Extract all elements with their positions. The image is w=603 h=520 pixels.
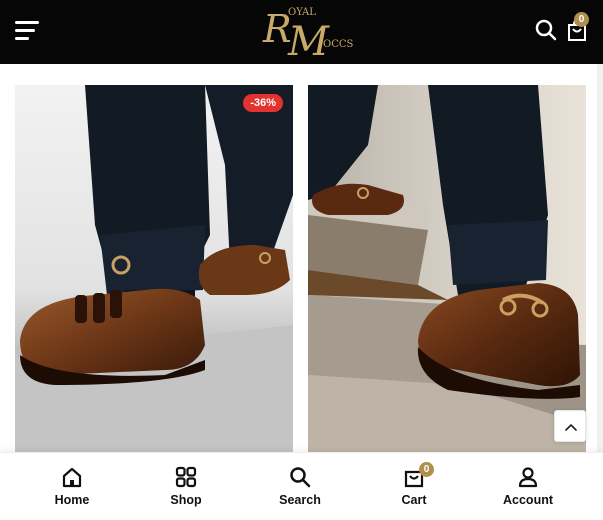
nav-home-label: Home (54, 493, 90, 507)
header-cart-count-badge: 0 (574, 12, 589, 27)
nav-cart-label: Cart (401, 493, 427, 507)
royal-moccs-logo[interactable]: R M OYAL OCCS (258, 0, 362, 65)
tassel-loafer-image (15, 85, 293, 455)
logo-word-top: OYAL (288, 7, 316, 18)
page-scrollbar[interactable] (597, 64, 603, 454)
search-icon (290, 467, 311, 488)
menu-line (15, 21, 39, 24)
menu-line (15, 37, 29, 40)
chevron-up-icon (565, 424, 577, 431)
site-header: R M OYAL OCCS 0 (0, 0, 603, 65)
nav-cart[interactable]: 0 Cart (357, 453, 471, 520)
bottom-navigation: Home Shop Search 0 Cart Account (0, 452, 603, 519)
sale-badge: -36% (243, 94, 283, 112)
horsebit-loafer-image (308, 85, 586, 455)
nav-home[interactable]: Home (15, 453, 129, 520)
product-card[interactable] (308, 85, 586, 455)
hamburger-menu-button[interactable] (15, 20, 39, 40)
product-card[interactable]: -36% (15, 85, 293, 455)
nav-account[interactable]: Account (471, 453, 585, 520)
nav-cart-count-badge: 0 (419, 462, 434, 477)
search-icon (535, 19, 557, 41)
header-search-button[interactable] (535, 19, 557, 41)
menu-line (15, 29, 35, 32)
nav-shop-label: Shop (170, 493, 202, 507)
user-icon (518, 467, 538, 488)
header-cart-button[interactable]: 0 (566, 12, 589, 42)
nav-search[interactable]: Search (243, 453, 357, 520)
logo-word-bottom: OCCS (323, 39, 354, 50)
grid-icon (175, 466, 197, 488)
nav-shop[interactable]: Shop (129, 453, 243, 520)
nav-search-label: Search (279, 493, 321, 507)
back-to-top-button[interactable] (554, 410, 586, 442)
home-icon (62, 467, 82, 488)
nav-account-label: Account (503, 493, 553, 507)
